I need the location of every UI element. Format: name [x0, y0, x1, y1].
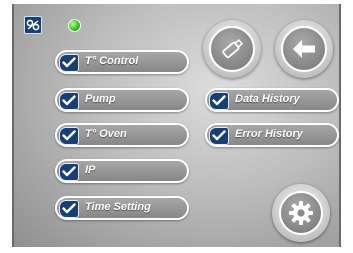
hmi-screen: T° Control Pump T° Oven IP Time Setting … [14, 4, 339, 247]
menu-item-label: T° Oven [85, 128, 127, 140]
usb-stick-icon [222, 38, 244, 59]
menu-item-label: T° Control [85, 55, 139, 67]
back-button[interactable] [275, 20, 333, 78]
menu-item-data-history[interactable]: Data History [205, 88, 339, 112]
company-logo-icon [24, 16, 42, 34]
checkmark-icon [59, 127, 79, 145]
gear-icon [289, 201, 313, 225]
menu-item-pump[interactable]: Pump [55, 88, 189, 112]
back-button-face [281, 26, 327, 72]
menu-item-label: Time Setting [85, 201, 151, 213]
checkmark-icon [59, 92, 79, 110]
menu-item-label: IP [85, 164, 96, 176]
menu-item-error-history[interactable]: Error History [205, 123, 339, 147]
checkmark-icon [209, 92, 229, 110]
usb-export-button[interactable] [203, 20, 261, 78]
checkmark-icon [59, 54, 79, 72]
device-frame-right [339, 4, 341, 247]
usb-button-face [209, 26, 255, 72]
settings-button-face [279, 191, 323, 235]
menu-item-ip[interactable]: IP [55, 159, 189, 183]
menu-item-label: Data History [235, 93, 300, 105]
arrow-left-icon [293, 40, 315, 58]
status-indicator-light [68, 19, 81, 32]
checkmark-icon [209, 127, 229, 145]
menu-item-temperature-control[interactable]: T° Control [55, 50, 189, 74]
menu-item-time-setting[interactable]: Time Setting [55, 196, 189, 220]
menu-item-label: Pump [85, 93, 116, 105]
menu-item-temperature-oven[interactable]: T° Oven [55, 123, 189, 147]
checkmark-icon [59, 163, 79, 181]
menu-item-label: Error History [235, 128, 303, 140]
checkmark-icon [59, 200, 79, 218]
settings-button[interactable] [272, 184, 330, 242]
